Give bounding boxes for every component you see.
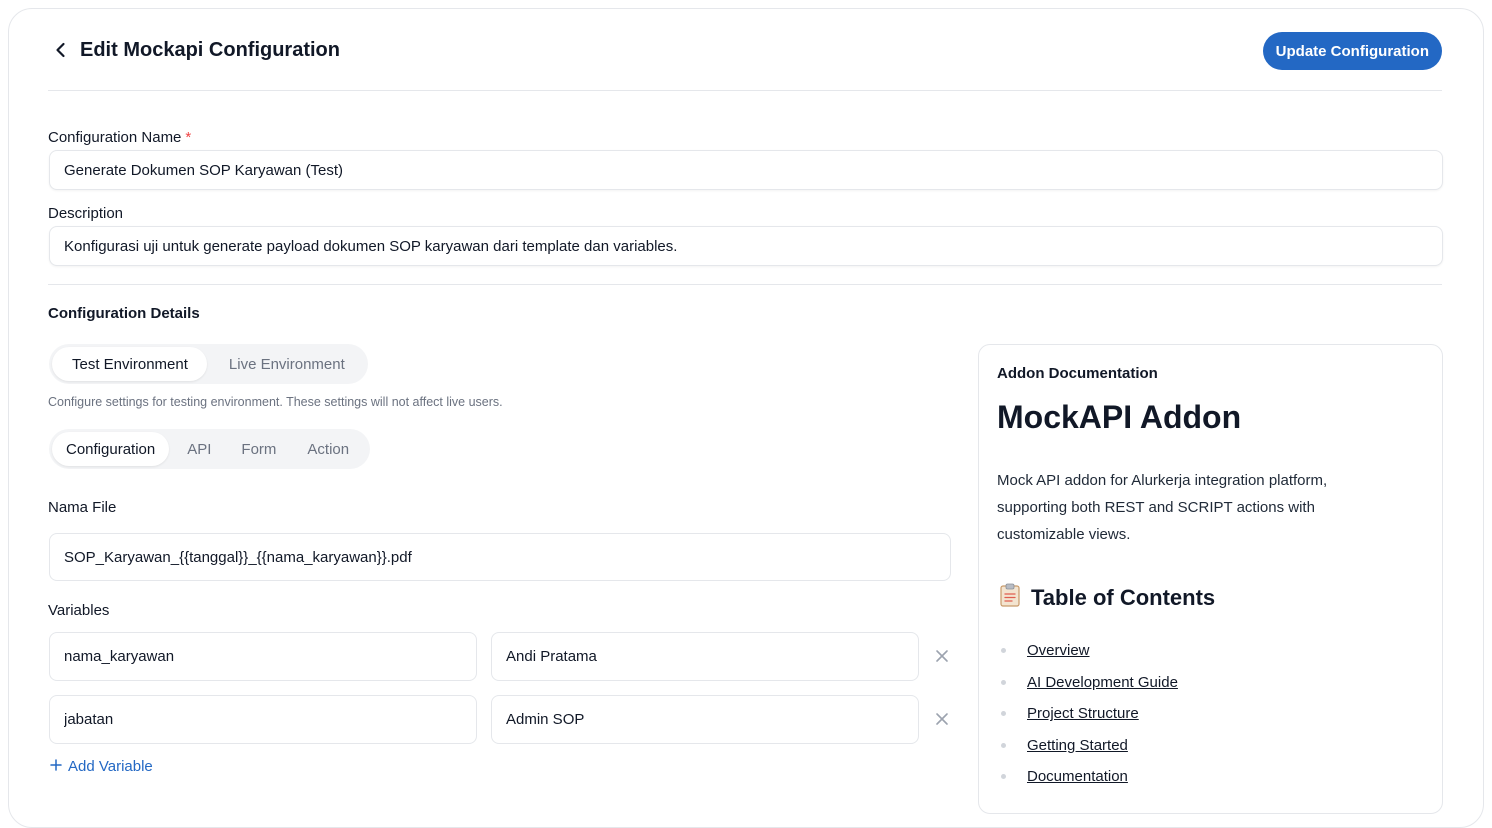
list-item: AI Development Guide — [1001, 667, 1178, 699]
description-input[interactable] — [49, 226, 1443, 266]
toc-link-overview[interactable]: Overview — [1027, 642, 1090, 659]
tab-api[interactable]: API — [169, 432, 226, 466]
configuration-name-input[interactable] — [49, 150, 1443, 190]
page-header: Edit Mockapi Configuration Update Config… — [48, 30, 1442, 72]
update-configuration-button[interactable]: Update Configuration — [1262, 32, 1442, 70]
bullet — [1001, 648, 1006, 654]
section-divider — [48, 284, 1442, 285]
variable-key-input[interactable] — [49, 632, 477, 681]
chevron-left-icon[interactable] — [50, 38, 72, 62]
variables-label: Variables — [48, 602, 110, 619]
list-item: Overview — [1001, 635, 1178, 667]
bullet — [1001, 774, 1006, 780]
list-item: Project Structure — [1001, 698, 1178, 730]
tab-action[interactable]: Action — [292, 432, 367, 466]
file-name-label: Nama File — [48, 499, 117, 516]
environment-tabs: Test Environment Live Environment — [49, 344, 368, 384]
configuration-subtabs: Configuration API Form Action — [49, 429, 371, 469]
addon-documentation-panel: Addon Documentation MockAPI Addon Mock A… — [978, 344, 1443, 814]
file-name-input[interactable] — [49, 533, 951, 581]
variable-value-input[interactable] — [491, 632, 919, 681]
environment-hint: Configure settings for testing environme… — [48, 395, 503, 409]
page-title: Edit Mockapi Configuration — [80, 39, 340, 61]
documentation-title: MockAPI Addon — [997, 399, 1242, 435]
header-divider — [48, 90, 1442, 91]
documentation-description: Mock API addon for Alurkerja integration… — [997, 472, 1328, 543]
toc-link-project-structure[interactable]: Project Structure — [1027, 705, 1139, 722]
description-label: Description — [48, 205, 124, 222]
list-item: Documentation — [1001, 761, 1178, 793]
bullet — [1001, 742, 1006, 748]
toc-title: Table of Contents — [1031, 585, 1216, 610]
close-icon[interactable] — [933, 647, 951, 665]
toc-link-getting-started[interactable]: Getting Started — [1027, 737, 1128, 754]
tab-live-environment[interactable]: Live Environment — [207, 347, 365, 381]
documentation-eyebrow: Addon Documentation — [997, 365, 1158, 382]
toc-list: Overview AI Development Guide Project St… — [1001, 635, 1178, 793]
clipboard-icon — [999, 583, 1021, 613]
tab-configuration[interactable]: Configuration — [52, 432, 170, 466]
bullet — [1001, 679, 1006, 685]
close-icon[interactable] — [933, 710, 951, 728]
list-item: Getting Started — [1001, 730, 1178, 762]
bullet — [1001, 711, 1006, 717]
variable-key-input[interactable] — [49, 695, 477, 744]
toc-link-documentation[interactable]: Documentation — [1027, 768, 1128, 785]
variable-value-input[interactable] — [491, 695, 919, 744]
tab-form[interactable]: Form — [226, 432, 292, 466]
plus-icon — [50, 758, 62, 775]
required-marker: * — [185, 129, 192, 146]
configuration-details-title: Configuration Details — [48, 305, 200, 322]
add-variable-button[interactable]: Add Variable — [50, 758, 153, 775]
configuration-name-label: Configuration Name * — [48, 129, 191, 146]
toc-link-ai-development-guide[interactable]: AI Development Guide — [1027, 674, 1178, 691]
configuration-name-label-text: Configuration Name — [48, 129, 182, 146]
toc-heading: Table of Contents — [999, 583, 1215, 613]
tab-test-environment[interactable]: Test Environment — [52, 347, 207, 381]
add-variable-label: Add Variable — [68, 758, 153, 775]
